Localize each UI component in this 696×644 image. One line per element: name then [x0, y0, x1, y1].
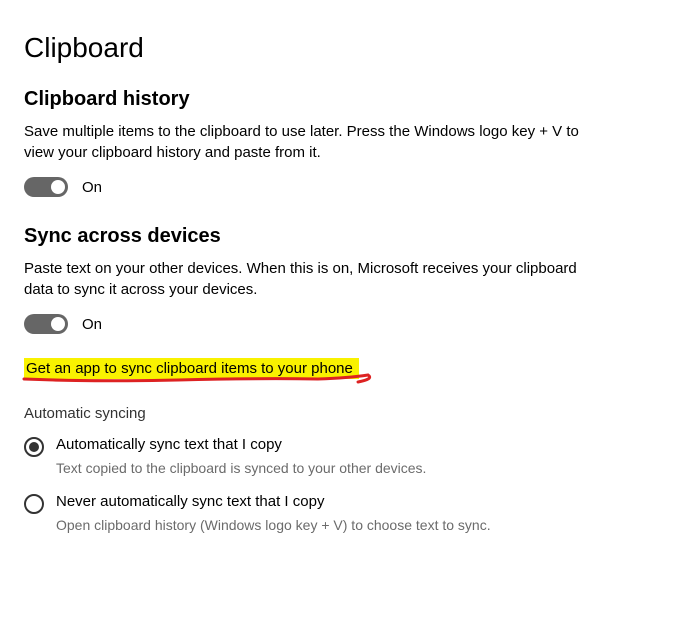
highlighted-link-wrap: Get an app to sync clipboard items to yo… — [24, 358, 359, 379]
link-get-app-sync[interactable]: Get an app to sync clipboard items to yo… — [24, 358, 359, 379]
toggle-clipboard-history[interactable] — [24, 177, 68, 197]
heading-clipboard-history: Clipboard history — [24, 88, 672, 111]
radio-icon — [24, 437, 44, 457]
radio-text-wrap: Never automatically sync text that I cop… — [56, 493, 491, 536]
toggle-sync-devices[interactable] — [24, 314, 68, 334]
toggle-label-history: On — [82, 179, 102, 196]
toggle-row-history: On — [24, 177, 672, 197]
desc-clipboard-history: Save multiple items to the clipboard to … — [24, 121, 584, 163]
desc-sync-devices: Paste text on your other devices. When t… — [24, 258, 584, 300]
heading-sync-devices: Sync across devices — [24, 225, 672, 248]
page-title: Clipboard — [24, 32, 672, 64]
radio-desc-auto: Text copied to the clipboard is synced t… — [56, 459, 426, 479]
radio-never-sync[interactable]: Never automatically sync text that I cop… — [24, 493, 644, 536]
radio-icon — [24, 494, 44, 514]
radio-auto-sync[interactable]: Automatically sync text that I copy Text… — [24, 436, 644, 479]
section-sync-devices: Sync across devices Paste text on your o… — [24, 225, 672, 535]
radio-text-wrap: Automatically sync text that I copy Text… — [56, 436, 426, 479]
toggle-knob-icon — [51, 180, 65, 194]
toggle-knob-icon — [51, 317, 65, 331]
toggle-label-sync: On — [82, 316, 102, 333]
subheading-automatic-syncing: Automatic syncing — [24, 405, 672, 422]
radio-label-never: Never automatically sync text that I cop… — [56, 493, 491, 510]
radio-label-auto: Automatically sync text that I copy — [56, 436, 426, 453]
toggle-row-sync: On — [24, 314, 672, 334]
section-clipboard-history: Clipboard history Save multiple items to… — [24, 88, 672, 197]
radio-desc-never: Open clipboard history (Windows logo key… — [56, 516, 491, 536]
